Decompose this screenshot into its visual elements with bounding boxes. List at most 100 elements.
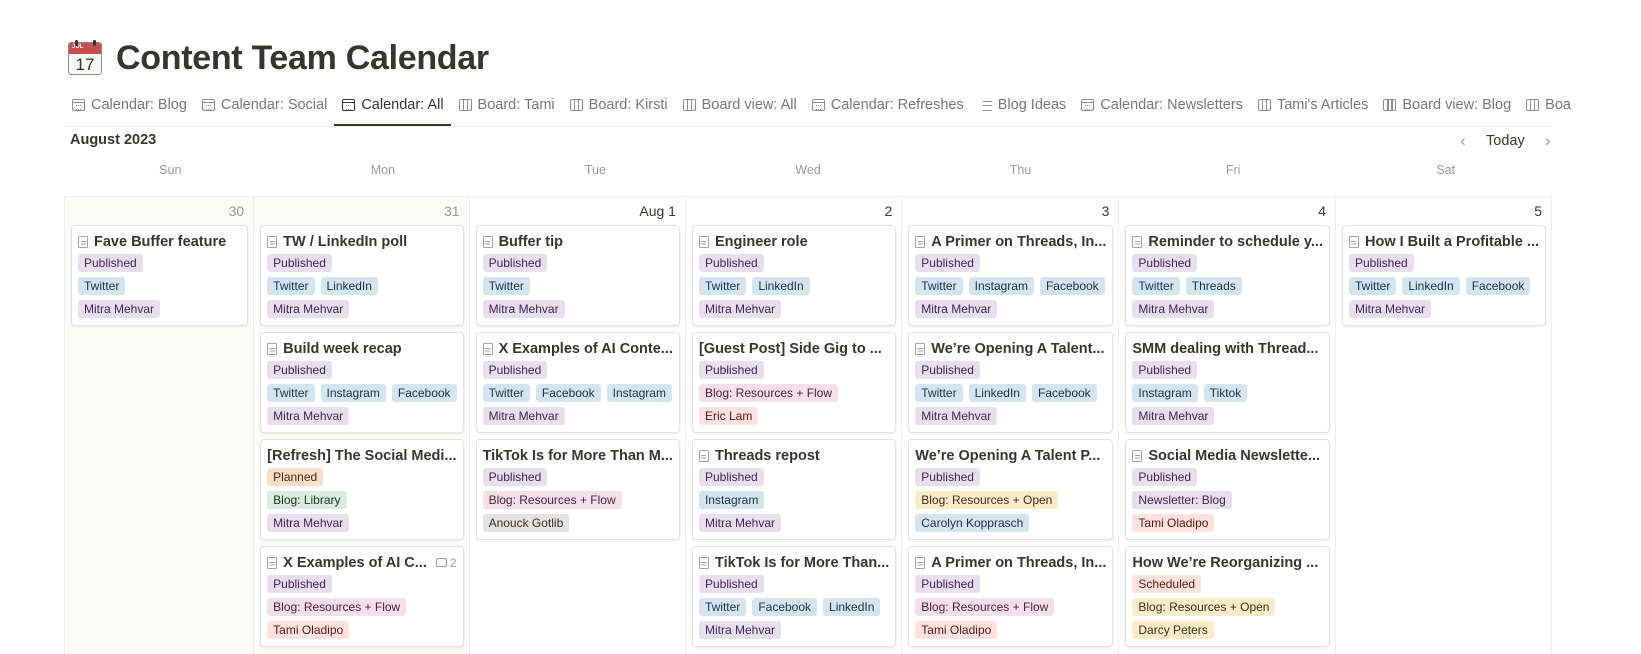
day-cell[interactable]: 3 A Primer on Threads, In... Published Twit… xyxy=(902,197,1120,654)
list-icon xyxy=(979,99,992,111)
status-row: Published xyxy=(482,254,673,272)
card-title: SMM dealing with Thread... xyxy=(1132,339,1323,358)
event-card[interactable]: Buffer tip Published Twitter Mitra Mehvar xyxy=(475,225,680,326)
status-row: Published xyxy=(915,575,1106,593)
event-card[interactable]: We’re Opening A Talent P... Published Blog… xyxy=(908,439,1114,540)
weekday-header: Sun Mon Tue Wed Thu Fri Sat xyxy=(64,163,1552,177)
status-tag: Published xyxy=(698,468,764,486)
day-cell[interactable]: Aug 1 Buffer tip Published Twitter Mitra Meh… xyxy=(470,197,686,654)
status-tag: Published xyxy=(1132,468,1198,486)
day-cell[interactable]: 31 TW / LinkedIn poll Published Twitter Link… xyxy=(254,197,470,654)
status-row: Published xyxy=(1132,468,1323,486)
event-card[interactable]: [Refresh] The Social Medi... Planned Blog:… xyxy=(260,439,464,540)
card-title-text: X Examples of AI Conte... xyxy=(498,340,673,357)
page-title[interactable]: Content Team Calendar xyxy=(116,39,489,78)
card-title-text: [Refresh] The Social Medi... xyxy=(267,447,457,464)
tab-board-tami[interactable]: Board: Tami xyxy=(451,88,562,126)
tab-calendar-blog[interactable]: Calendar: Blog xyxy=(64,88,194,126)
tab-board-kirsti[interactable]: Board: Kirsti xyxy=(562,88,675,126)
event-card[interactable]: We’re Opening A Talent... Published Twitte… xyxy=(908,332,1114,433)
event-card[interactable]: How We’re Reorganizing ... Scheduled Blog:… xyxy=(1125,546,1330,647)
tab-calendar-newsletters[interactable]: Calendar: Newsletters xyxy=(1073,88,1250,126)
channel-row: Blog: Resources + Flow xyxy=(915,598,1106,616)
status-tag: Published xyxy=(482,254,548,272)
assignee-tag: Anouck Gotlib xyxy=(482,514,570,532)
channel-row: Twitter Instagram Facebook xyxy=(915,277,1106,295)
day-number: Aug 1 xyxy=(639,203,676,219)
assignee-row: Mitra Mehvar xyxy=(78,300,241,318)
weekday-label: Tue xyxy=(584,163,606,177)
event-card[interactable]: How I Built a Profitable ... Published Twi… xyxy=(1341,225,1546,326)
status-tag: Scheduled xyxy=(1132,575,1202,593)
weekday-label: Sat xyxy=(1436,163,1456,177)
channel-row: Blog: Resources + Open xyxy=(915,491,1106,509)
tab-calendar-all[interactable]: Calendar: All xyxy=(334,88,451,126)
calendar-icon xyxy=(72,99,85,111)
assignee-row: Mitra Mehvar xyxy=(482,407,673,425)
channel-tag: Twitter xyxy=(1348,277,1397,295)
assignee-row: Carolyn Kopprasch xyxy=(915,514,1106,532)
event-card[interactable]: A Primer on Threads, In... Published Twitt… xyxy=(908,225,1114,326)
channel-tag: Instagram xyxy=(1132,384,1198,402)
card-title: How I Built a Profitable ... xyxy=(1348,232,1539,251)
assignee-tag: Mitra Mehvar xyxy=(915,300,998,318)
channel-row: Twitter LinkedIn Facebook xyxy=(915,384,1106,402)
event-card[interactable]: TikTok Is for More Than... Published Twitt… xyxy=(691,546,897,647)
tab-board-view-blog[interactable]: Board view: Blog xyxy=(1375,88,1518,126)
card-title-text: Threads repost xyxy=(714,447,820,464)
assignee-tag: Tami Oladipo xyxy=(915,621,998,639)
tab-board-view-all[interactable]: Board view: All xyxy=(675,88,804,126)
chevron-left-icon[interactable]: ‹ xyxy=(1452,130,1474,152)
event-card[interactable]: Fave Buffer feature Published Twitter Mitra… xyxy=(71,225,249,326)
channel-tag: Twitter xyxy=(1132,277,1180,295)
tab-label: Board view: Blog xyxy=(1402,97,1512,113)
card-title-text: A Primer on Threads, In... xyxy=(931,233,1107,250)
day-cell[interactable]: 2 Engineer role Published Twitter LinkedIn Mi… xyxy=(686,197,903,654)
event-card[interactable]: Build week recap Published Twitter Instagra… xyxy=(260,332,464,433)
chevron-right-icon[interactable]: › xyxy=(1537,130,1559,152)
event-card[interactable]: [Guest Post] Side Gig to ... Published Blo… xyxy=(691,332,897,433)
assignee-row: Mitra Mehvar xyxy=(1348,300,1539,318)
status-tag: Published xyxy=(915,575,980,593)
event-card[interactable]: Threads repost Published Instagram Mitra Me… xyxy=(691,439,897,540)
assignee-row: Darcy Peters xyxy=(1132,621,1323,639)
comment-count[interactable]: 2 xyxy=(435,556,457,570)
calendar-icon xyxy=(342,99,356,111)
tab-blog-ideas[interactable]: Blog Ideas xyxy=(971,88,1074,126)
event-card[interactable]: TW / LinkedIn poll Published Twitter Linked… xyxy=(260,225,464,326)
tab-calendar-refreshes[interactable]: Calendar: Refreshes xyxy=(804,88,971,126)
tab-boa[interactable]: Boa xyxy=(1518,88,1578,126)
assignee-row: Mitra Mehvar xyxy=(482,300,673,318)
day-number: 2 xyxy=(884,203,893,219)
event-card[interactable]: Engineer role Published Twitter LinkedIn Mit… xyxy=(691,225,897,326)
event-card[interactable]: SMM dealing with Thread... Published Insta… xyxy=(1125,332,1330,433)
tab-label: Boa xyxy=(1545,97,1571,113)
event-card[interactable]: X Examples of AI Conte... Published Twitte… xyxy=(475,332,680,433)
event-card[interactable]: Reminder to schedule y... Published Twitte… xyxy=(1125,225,1330,326)
channel-tag: Twitter xyxy=(267,277,315,295)
event-card[interactable]: X Examples of AI C... 2 Published Blog: Res… xyxy=(260,546,464,647)
status-tag: Published xyxy=(698,254,764,272)
assignee-tag: Mitra Mehvar xyxy=(267,407,350,425)
status-row: Published xyxy=(698,361,889,379)
card-title: TikTok Is for More Than M... xyxy=(483,446,673,465)
event-card[interactable]: Social Media Newslette... Published Newsle… xyxy=(1125,439,1330,540)
weekday-label: Sun xyxy=(159,163,182,177)
day-cell[interactable]: 30 Fave Buffer feature Published Twitter Mit… xyxy=(65,197,255,654)
day-cell[interactable]: 5 How I Built a Profitable ... Published Tw… xyxy=(1336,197,1552,654)
channel-tag: Blog: Resources + Flow xyxy=(915,598,1055,616)
card-title: A Primer on Threads, In... xyxy=(915,232,1106,251)
tab-label: Board view: All xyxy=(701,97,797,113)
status-row: Published xyxy=(915,361,1106,379)
tab-calendar-social[interactable]: Calendar: Social xyxy=(194,88,334,126)
event-card[interactable]: TikTok Is for More Than M... Published Blo… xyxy=(475,439,680,540)
assignee-row: Eric Lam xyxy=(698,407,889,425)
calendar-emoji-icon[interactable]: JUL 17 xyxy=(66,39,104,77)
event-card[interactable]: A Primer on Threads, In... Published Blog:… xyxy=(908,546,1114,647)
day-number: 30 xyxy=(228,203,245,219)
day-cell[interactable]: 4 Reminder to schedule y... Published Twitt… xyxy=(1119,197,1336,654)
today-button[interactable]: Today xyxy=(1482,131,1529,151)
tab-tami-s-articles[interactable]: Tami's Articles xyxy=(1250,88,1375,126)
channel-tag: Facebook xyxy=(1031,384,1097,402)
assignee-row: Mitra Mehvar xyxy=(915,407,1106,425)
